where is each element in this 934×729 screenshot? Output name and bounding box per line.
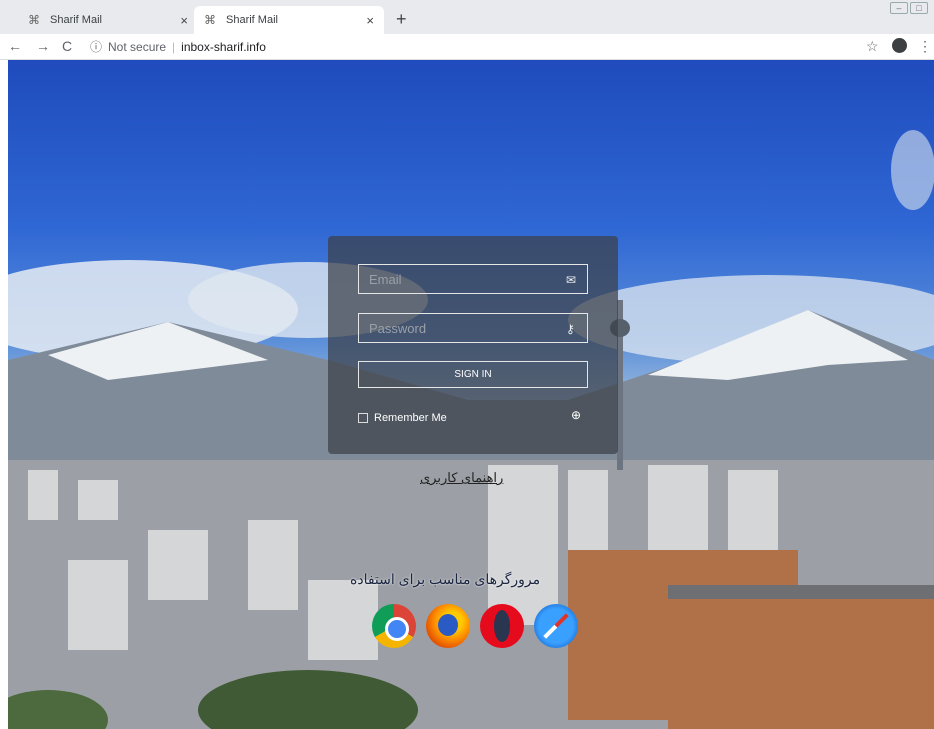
globe-icon[interactable]: ⊕ (571, 408, 581, 422)
remember-me-label: Remember Me (374, 412, 447, 424)
tab-title: Sharif Mail (226, 14, 278, 26)
user-guide-link[interactable]: راهنمای کاربری (420, 470, 503, 486)
omnibox[interactable]: ⓘ Not secure | inbox-sharif.info (90, 38, 266, 55)
tab-bar: ⌘ Sharif Mail × ⌘ Sharif Mail × + – □ (0, 0, 934, 34)
reload-icon[interactable]: C (62, 38, 72, 54)
mail-icon: ⌘ (204, 13, 216, 27)
checkbox-box[interactable] (358, 413, 368, 423)
new-tab-button[interactable]: + (396, 9, 407, 30)
info-icon[interactable]: ⓘ (90, 38, 102, 55)
background-scene: ✉ ⚷ SIGN IN Remember Me ⊕ راهنمای کاربری… (8, 60, 934, 729)
mail-icon: ⌘ (28, 13, 40, 27)
safari-icon[interactable] (534, 604, 578, 648)
supported-browsers-text: مرورگرهای مناسب برای استفاده (350, 571, 541, 587)
browser-icons (372, 604, 578, 648)
remember-me-checkbox[interactable]: Remember Me (358, 412, 447, 424)
maximize-button[interactable]: □ (910, 2, 928, 14)
close-icon[interactable]: × (366, 13, 374, 28)
tab-sharif-mail-2[interactable]: ⌘ Sharif Mail × (194, 6, 384, 34)
forward-arrow-icon[interactable]: → (36, 38, 50, 54)
back-arrow-icon[interactable]: ← (8, 38, 22, 54)
sign-in-button[interactable]: SIGN IN (358, 361, 588, 388)
account-icon[interactable] (892, 38, 907, 53)
close-icon[interactable]: × (180, 13, 188, 28)
email-field[interactable] (358, 264, 588, 294)
envelope-icon: ✉ (566, 273, 577, 287)
divider: | (172, 39, 176, 54)
address-bar: ← → C ⓘ Not secure | inbox-sharif.info ☆… (0, 34, 934, 60)
tab-title: Sharif Mail (50, 14, 102, 26)
minimize-button[interactable]: – (890, 2, 908, 14)
window-controls: – □ (890, 2, 928, 14)
tab-sharif-mail-1[interactable]: ⌘ Sharif Mail × (18, 6, 198, 34)
login-panel: ✉ ⚷ SIGN IN Remember Me ⊕ (328, 236, 618, 454)
bookmark-star-icon[interactable]: ☆ (866, 38, 879, 55)
opera-icon[interactable] (480, 604, 524, 648)
menu-dots-icon[interactable]: ⋮ (918, 38, 932, 55)
chrome-icon[interactable] (372, 604, 416, 648)
key-icon: ⚷ (566, 322, 575, 336)
firefox-icon[interactable] (426, 604, 470, 648)
url-text: inbox-sharif.info (181, 39, 266, 54)
security-label: Not secure (108, 39, 167, 54)
password-field[interactable] (358, 313, 588, 343)
